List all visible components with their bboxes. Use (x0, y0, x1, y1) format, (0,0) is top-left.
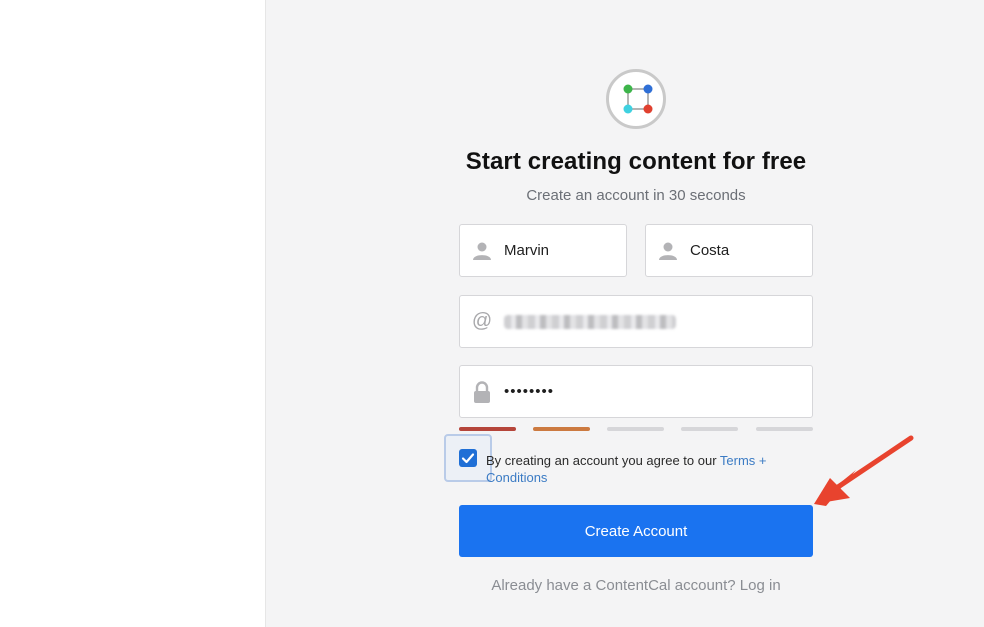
password-value: •••••••• (504, 383, 555, 400)
last-name-value: Costa (690, 242, 730, 259)
password-field[interactable]: •••••••• (459, 365, 813, 418)
user-icon (460, 241, 504, 261)
password-strength-meter (459, 427, 813, 431)
email-value-redacted (504, 314, 676, 329)
first-name-value: Marvin (504, 242, 550, 259)
at-icon: @ (471, 310, 493, 332)
left-panel (0, 0, 266, 627)
strength-segment (756, 427, 813, 431)
strength-segment (459, 427, 516, 431)
annotation-arrow-icon (814, 435, 914, 506)
page-title: Start creating content for free (465, 148, 807, 175)
last-name-field[interactable]: Costa (645, 224, 813, 277)
login-link[interactable]: Already have a ContentCal account? Log i… (400, 577, 872, 594)
strength-segment (533, 427, 590, 431)
page-subtitle: Create an account in 30 seconds (526, 187, 746, 204)
create-account-button[interactable]: Create Account (459, 505, 813, 557)
user-icon (646, 241, 690, 261)
lock-icon (460, 380, 504, 403)
first-name-field[interactable]: Marvin (459, 224, 627, 277)
contentcal-logo-icon (606, 69, 666, 129)
email-field[interactable]: @ (459, 295, 813, 348)
terms-checkbox[interactable] (459, 449, 477, 467)
terms-text: By creating an account you agree to our … (486, 453, 767, 485)
checkmark-icon (461, 453, 475, 464)
strength-segment (607, 427, 664, 431)
strength-segment (681, 427, 738, 431)
